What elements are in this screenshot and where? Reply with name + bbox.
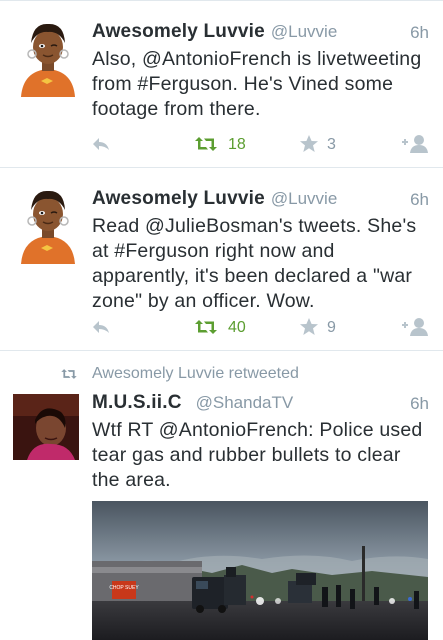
favorite-count: 9	[327, 319, 336, 336]
favorite-count: 3	[327, 136, 336, 153]
tweet-header: Awesomely Luvvie @Luvvie 6h	[92, 21, 429, 47]
author-name[interactable]: Awesomely Luvvie	[92, 21, 265, 42]
tweet[interactable]: Awesomely Luvvie retweeted M.U.S.ii.C @Sh…	[0, 351, 443, 640]
retweet-count: 18	[228, 136, 246, 153]
tweet-timestamp: 6h	[410, 394, 429, 413]
tweet[interactable]: Awesomely Luvvie @Luvvie 6h Read @JulieBo…	[0, 168, 443, 351]
retweeted-by-text[interactable]: Awesomely Luvvie retweeted	[92, 365, 299, 383]
tweet-header: Awesomely Luvvie @Luvvie 6h	[92, 188, 429, 214]
retweet-icon	[61, 369, 77, 379]
author-handle[interactable]: @Luvvie	[271, 189, 337, 208]
author-handle[interactable]: @ShandaTV	[196, 393, 294, 412]
media-sign-text: CHOP SUEY	[109, 585, 139, 591]
tweet-text: Read @JulieBosman's tweets. She's at #Fe…	[92, 215, 417, 312]
tweet-media-photo[interactable]: CHOP SUEY	[92, 501, 428, 640]
tweet-actions: 18 3	[0, 134, 443, 158]
reply-icon[interactable]	[91, 317, 111, 337]
retweet-icon[interactable]	[194, 317, 218, 337]
tweet-actions: 40 9	[0, 317, 443, 341]
user-avatar[interactable]	[17, 188, 79, 264]
tweet-header: M.U.S.ii.C @ShandaTV 6h	[92, 392, 429, 418]
user-avatar[interactable]	[13, 394, 79, 460]
tweet[interactable]: Awesomely Luvvie @Luvvie 6h Also, @Antoni…	[0, 1, 443, 168]
author-name[interactable]: Awesomely Luvvie	[92, 188, 265, 209]
tweet-text: Also, @AntonioFrench is livetweeting fro…	[92, 48, 422, 120]
user-avatar[interactable]	[17, 21, 79, 97]
reply-icon[interactable]	[91, 134, 111, 154]
retweet-icon[interactable]	[194, 134, 218, 154]
tweet-timestamp: 6h	[410, 23, 429, 42]
favorite-star-icon[interactable]	[299, 317, 319, 337]
favorite-star-icon[interactable]	[299, 134, 319, 154]
retweeted-by-line: Awesomely Luvvie retweeted	[0, 365, 443, 385]
tweet-text: Wtf RT @AntonioFrench: Police used tear …	[92, 419, 423, 491]
author-handle[interactable]: @Luvvie	[271, 22, 337, 41]
follow-icon[interactable]	[402, 134, 430, 154]
follow-icon[interactable]	[402, 317, 430, 337]
tweet-timestamp: 6h	[410, 190, 429, 209]
author-name[interactable]: M.U.S.ii.C	[92, 392, 182, 413]
retweet-count: 40	[228, 319, 246, 336]
